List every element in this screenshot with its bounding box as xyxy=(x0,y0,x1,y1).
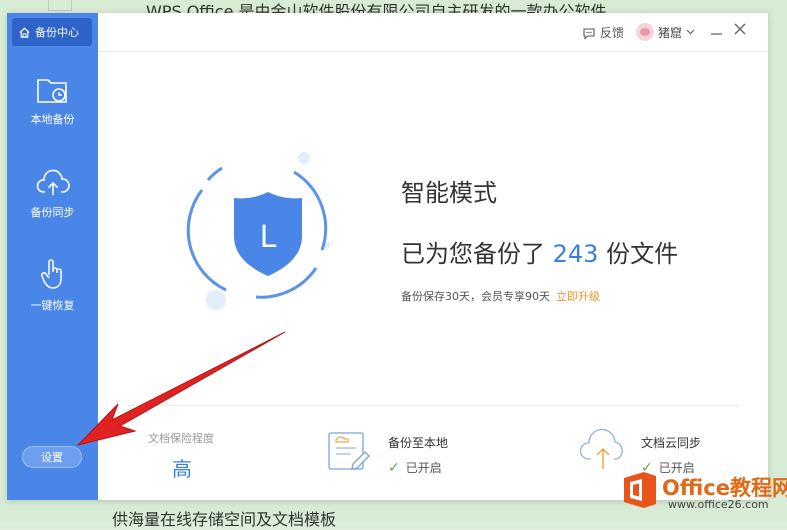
minimize-icon xyxy=(711,33,722,35)
insurance-label: 文档保险程度 xyxy=(148,432,214,445)
home-icon xyxy=(19,27,30,38)
background-icon xyxy=(48,0,72,11)
retention-text: 备份保存30天，会员专享90天 xyxy=(401,290,550,303)
sidebar-item-label: 本地备份 xyxy=(30,113,75,126)
minimize-button[interactable] xyxy=(710,23,723,40)
brand-label: 备份中心 xyxy=(35,26,79,39)
sidebar-item-label: 一键恢复 xyxy=(30,299,75,312)
check-icon: ✓ xyxy=(388,459,400,476)
feedback-label: 反馈 xyxy=(600,26,625,40)
retention-info: 备份保存30天，会员专享90天 立即升级 xyxy=(401,288,600,304)
hand-pointer-icon xyxy=(40,259,62,289)
settings-button[interactable]: 设置 xyxy=(22,446,82,468)
sidebar-item-backup-sync[interactable]: 备份同步 xyxy=(7,168,98,220)
chevron-down-icon xyxy=(686,29,695,35)
divider xyxy=(128,405,739,406)
upgrade-link[interactable]: 立即升级 xyxy=(556,290,600,303)
sidebar-item-one-click-restore[interactable]: 一键恢复 xyxy=(7,257,98,313)
close-icon xyxy=(734,23,746,35)
folder-clock-icon xyxy=(36,79,67,103)
close-button[interactable] xyxy=(733,21,747,41)
header-bar: 反馈 猪窟 xyxy=(98,13,768,52)
mode-title: 智能模式 xyxy=(401,179,497,207)
avatar xyxy=(636,23,654,41)
chat-bubble-icon xyxy=(583,27,595,40)
cloud-sync-title: 文档云同步 xyxy=(641,436,702,450)
insurance-value: 高 xyxy=(172,457,192,481)
backup-center-window: 备份中心 本地备份 备份同步 一键恢复 设置 反馈 猪窟 L 智能模式 已为您备… xyxy=(7,13,768,500)
backup-center-brand[interactable]: 备份中心 xyxy=(12,18,92,46)
cloud-upload-icon xyxy=(36,169,70,195)
local-backup-status: ✓ 已开启 xyxy=(388,459,442,476)
local-backup-title: 备份至本地 xyxy=(388,436,449,450)
background-text-bottom: 供海量在线存储空间及文档模板 xyxy=(112,510,337,529)
office-logo xyxy=(624,472,656,508)
username: 猪窟 xyxy=(658,25,683,40)
cloud-sync-icon xyxy=(579,428,623,469)
sidebar-item-label: 备份同步 xyxy=(30,206,75,219)
site-watermark: Office教程网 www.office26.com xyxy=(622,466,787,521)
user-menu[interactable]: 猪窟 xyxy=(636,23,695,41)
watermark-url: www.office26.com xyxy=(668,498,769,511)
sidebar: 备份中心 本地备份 备份同步 一键恢复 设置 xyxy=(7,13,98,500)
backup-summary: 已为您备份了 243 份文件 xyxy=(401,234,678,269)
backup-count: 243 xyxy=(552,240,599,268)
backup-suffix: 份文件 xyxy=(606,240,679,268)
local-status-label: 已开启 xyxy=(405,461,442,475)
smart-mode-shield-graphic: L xyxy=(186,152,330,310)
feedback-button[interactable]: 反馈 xyxy=(582,24,624,41)
document-backup-icon xyxy=(328,432,370,470)
sidebar-item-local-backup[interactable]: 本地备份 xyxy=(7,75,98,127)
shield-letter: L xyxy=(260,220,277,255)
backup-prefix: 已为您备份了 xyxy=(401,240,545,268)
